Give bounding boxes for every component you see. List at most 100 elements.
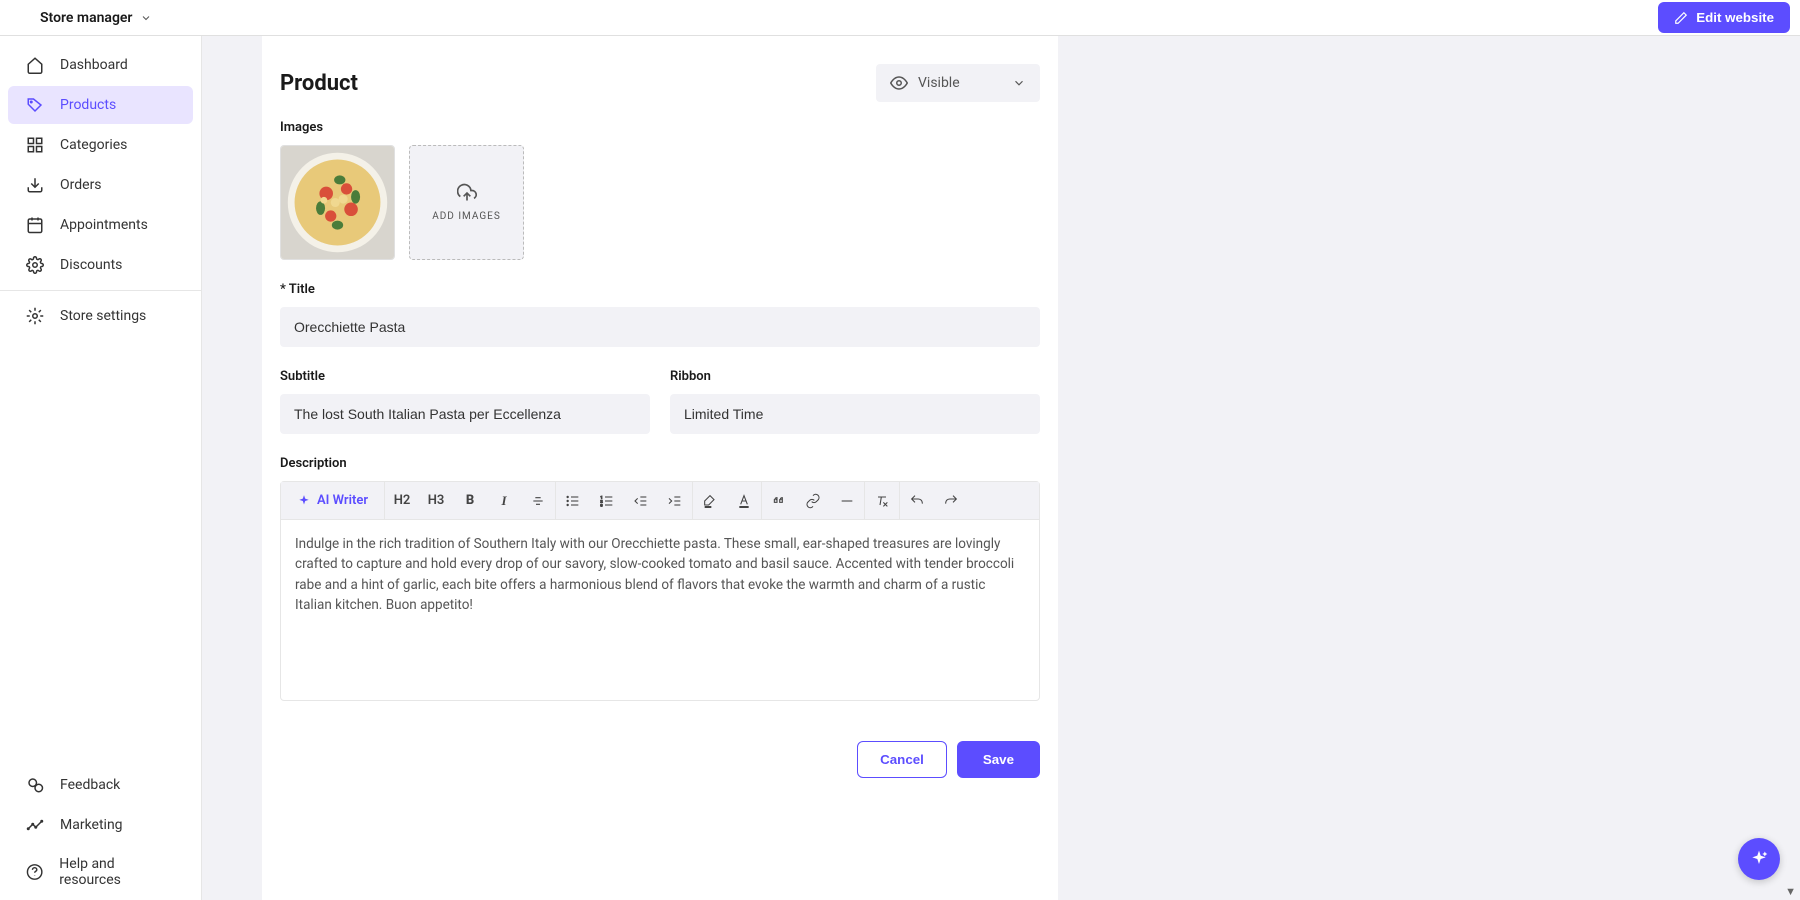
bullet-list-button[interactable] (556, 482, 590, 519)
redo-icon (943, 493, 959, 509)
settings-icon (26, 307, 44, 325)
add-images-button[interactable]: ADD IMAGES (409, 145, 524, 260)
text-color-icon (736, 493, 752, 509)
sidebar-item-label: Products (60, 97, 116, 113)
sidebar-item-dashboard[interactable]: Dashboard (8, 46, 193, 84)
edit-website-label: Edit website (1696, 10, 1774, 25)
sidebar-item-store-settings[interactable]: Store settings (8, 297, 193, 335)
numbered-list-icon: 123 (599, 493, 615, 509)
redo-button[interactable] (934, 482, 968, 519)
home-icon (26, 56, 44, 74)
description-label: Description (280, 456, 1040, 471)
download-icon (26, 176, 44, 194)
scroll-down-arrow[interactable]: ▼ (1785, 885, 1796, 898)
topbar: Store manager Edit website (0, 0, 1800, 36)
bold-button[interactable]: B (453, 482, 487, 519)
sidebar-item-marketing[interactable]: Marketing (8, 806, 193, 844)
description-editor: AI Writer H2 H3 B I 123 (280, 481, 1040, 701)
h2-button[interactable]: H2 (385, 482, 419, 519)
gear-icon (26, 256, 44, 274)
help-icon (26, 863, 43, 881)
undo-button[interactable] (900, 482, 934, 519)
numbered-list-button[interactable]: 123 (590, 482, 624, 519)
subtitle-input[interactable] (280, 394, 650, 434)
sidebar-item-label: Discounts (60, 257, 122, 273)
sidebar: Dashboard Products Categories Orders App… (0, 36, 202, 900)
quote-button[interactable] (762, 482, 796, 519)
link-button[interactable] (796, 482, 830, 519)
visibility-select[interactable]: Visible (876, 64, 1040, 102)
pencil-icon (1674, 11, 1688, 25)
store-manager-label: Store manager (40, 10, 132, 26)
clear-format-icon (874, 493, 890, 509)
cloud-upload-icon (457, 183, 477, 203)
indent-icon (667, 493, 683, 509)
sidebar-item-products[interactable]: Products (8, 86, 193, 124)
sidebar-item-categories[interactable]: Categories (8, 126, 193, 164)
sidebar-item-label: Help and resources (59, 856, 175, 888)
pasta-image (281, 146, 394, 259)
strikethrough-button[interactable] (521, 482, 555, 519)
sidebar-item-label: Dashboard (60, 57, 128, 73)
outdent-icon (633, 493, 649, 509)
bullet-list-icon (565, 493, 581, 509)
product-image-thumb[interactable] (280, 145, 395, 260)
product-card: Product Visible Images (262, 36, 1058, 900)
save-button[interactable]: Save (957, 741, 1040, 778)
subtitle-label: Subtitle (280, 369, 650, 384)
ribbon-label: Ribbon (670, 369, 1040, 384)
description-textarea[interactable]: Indulge in the rich tradition of Souther… (281, 520, 1039, 700)
store-manager-dropdown[interactable]: Store manager (40, 10, 152, 26)
images-label: Images (280, 120, 1040, 135)
sidebar-item-appointments[interactable]: Appointments (8, 206, 193, 244)
undo-icon (909, 493, 925, 509)
ai-assistant-fab[interactable] (1738, 838, 1780, 880)
ai-writer-label: AI Writer (317, 493, 368, 508)
quote-icon (771, 493, 787, 509)
sidebar-item-label: Feedback (60, 777, 120, 793)
grid-icon (26, 136, 44, 154)
indent-button[interactable] (658, 482, 692, 519)
ai-writer-button[interactable]: AI Writer (281, 482, 385, 519)
text-color-button[interactable] (727, 482, 761, 519)
sidebar-item-help[interactable]: Help and resources (8, 846, 193, 898)
h3-button[interactable]: H3 (419, 482, 453, 519)
strikethrough-icon (530, 493, 546, 509)
clear-format-button[interactable] (865, 482, 899, 519)
sidebar-item-feedback[interactable]: Feedback (8, 766, 193, 804)
sidebar-item-label: Marketing (60, 817, 123, 833)
sidebar-item-label: Orders (60, 177, 102, 193)
hr-icon (839, 493, 855, 509)
sidebar-item-label: Appointments (60, 217, 148, 233)
page-title: Product (280, 71, 358, 96)
chart-icon (26, 816, 44, 834)
svg-text:3: 3 (600, 502, 603, 507)
sparkle-icon (1749, 849, 1769, 869)
tag-icon (26, 96, 44, 114)
cancel-button[interactable]: Cancel (857, 741, 947, 778)
sidebar-item-label: Store settings (60, 308, 146, 324)
sidebar-item-discounts[interactable]: Discounts (8, 246, 193, 284)
calendar-icon (26, 216, 44, 234)
editor-toolbar: AI Writer H2 H3 B I 123 (281, 482, 1039, 520)
eye-icon (890, 74, 908, 92)
edit-website-button[interactable]: Edit website (1658, 2, 1790, 33)
highlight-button[interactable] (693, 482, 727, 519)
italic-button[interactable]: I (487, 482, 521, 519)
highlight-icon (702, 493, 718, 509)
hr-button[interactable] (830, 482, 864, 519)
visibility-value: Visible (918, 75, 960, 91)
divider (0, 290, 201, 291)
feedback-icon (26, 776, 44, 794)
chevron-down-icon (140, 12, 152, 24)
ribbon-input[interactable] (670, 394, 1040, 434)
sidebar-item-label: Categories (60, 137, 127, 153)
outdent-button[interactable] (624, 482, 658, 519)
title-input[interactable] (280, 307, 1040, 347)
title-label: * Title (280, 282, 1040, 297)
sidebar-item-orders[interactable]: Orders (8, 166, 193, 204)
add-images-label: ADD IMAGES (432, 211, 501, 222)
chevron-down-icon (1012, 76, 1026, 90)
link-icon (805, 493, 821, 509)
sparkle-icon (297, 494, 311, 508)
